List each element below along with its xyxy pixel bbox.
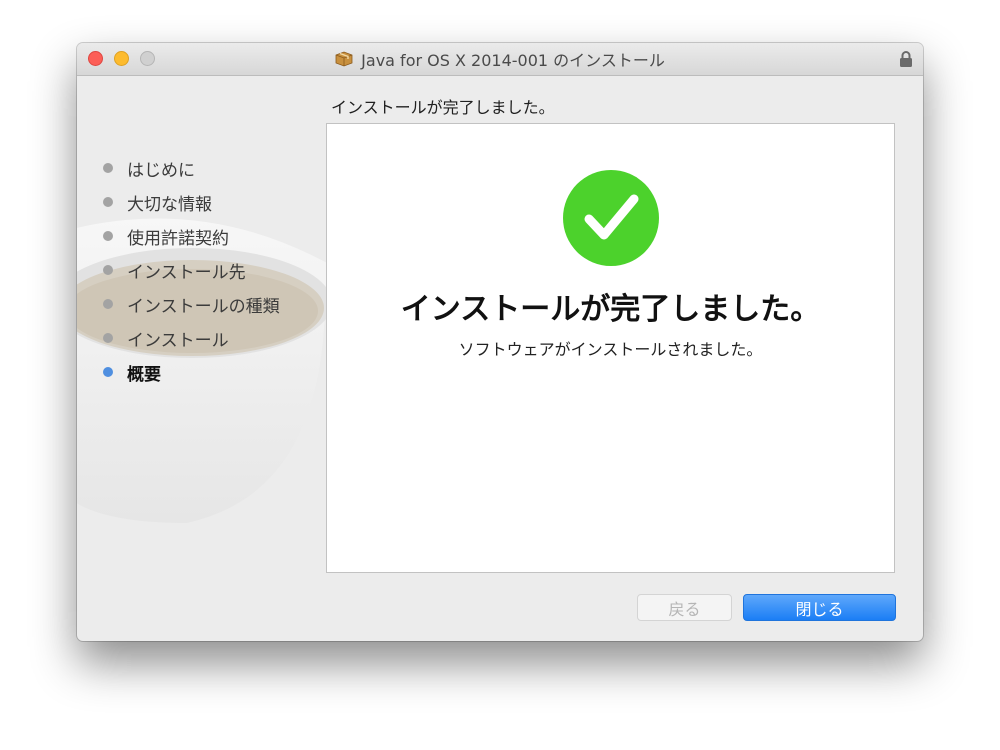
close-button[interactable]: 閉じる [743,594,896,621]
step-label: はじめに [127,160,195,181]
step-destination: インストール先 [103,253,280,287]
step-introduction: はじめに [103,151,280,185]
step-bullet [103,163,113,173]
page-heading: インストールが完了しました。 [331,98,555,117]
step-bullet [103,265,113,275]
step-label: インストールの種類 [127,296,280,317]
step-label: 大切な情報 [127,194,212,215]
window-title-group: Java for OS X 2014-001 のインストール [77,43,923,75]
step-summary: 概要 [103,355,280,389]
success-subtitle: ソフトウェアがインストールされました。 [458,340,763,359]
success-title: インストールが完了しました。 [400,292,821,327]
installer-steps-list: はじめに 大切な情報 使用許諾契約 インストール先 インストールの種類 インスト… [103,151,280,389]
checkmark-circle-icon [563,170,659,266]
step-license: 使用許諾契約 [103,219,280,253]
step-bullet [103,333,113,343]
step-bullet-active [103,367,113,377]
title-bar[interactable]: Java for OS X 2014-001 のインストール [77,43,923,76]
step-bullet [103,231,113,241]
back-button[interactable]: 戻る [637,594,732,621]
window-title: Java for OS X 2014-001 のインストール [361,51,665,70]
content-panel: インストールが完了しました。 ソフトウェアがインストールされました。 [326,123,895,573]
step-bullet [103,197,113,207]
step-label: 概要 [127,364,161,385]
installer-window: Java for OS X 2014-001 のインストール はじめに 大切な情… [77,43,923,641]
step-label: インストール [127,330,229,351]
step-bullet [103,299,113,309]
lock-icon [900,51,912,67]
step-installation: インストール [103,321,280,355]
step-label: インストール先 [127,262,246,283]
package-icon [335,51,353,67]
step-installation-type: インストールの種類 [103,287,280,321]
step-read-me: 大切な情報 [103,185,280,219]
step-label: 使用許諾契約 [127,228,229,249]
